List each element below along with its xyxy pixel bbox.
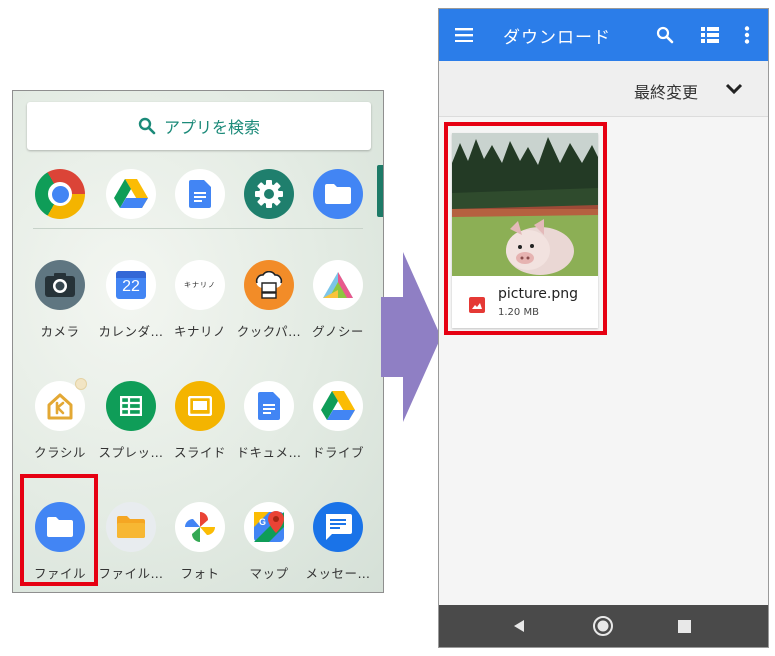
app-drive[interactable]: ドライブ [302,381,374,461]
file-card-highlight [444,122,607,335]
app-label: スプレッ… [98,445,164,460]
menu-icon[interactable] [455,28,473,42]
sort-bar[interactable]: 最終変更 [439,61,768,117]
app-gunosy[interactable]: グノシー [302,260,374,340]
app-photos[interactable]: フォト [164,502,236,582]
sort-label: 最終変更 [633,83,698,102]
app-label: ドキュメ… [236,445,302,460]
app-label: グノシー [312,324,364,339]
app-label: クラシル [34,445,86,460]
scroll-tab[interactable] [377,165,383,217]
system-nav-bar [439,605,768,647]
chevron-down-icon[interactable] [725,83,743,95]
chrome-icon [35,169,85,219]
app-camera[interactable]: カメラ [24,260,96,340]
folder-icon [313,169,363,219]
page-title: ダウンロード [503,27,611,48]
favorite-docs[interactable] [164,169,236,219]
recents-icon[interactable] [678,620,691,633]
app-label: ドライブ [311,445,364,460]
camera-icon [35,260,85,310]
files-app-highlight [20,474,98,586]
app-sheets[interactable]: スプレッ… [95,381,167,461]
favorite-drive[interactable] [95,169,167,219]
app-label: カメラ [40,324,80,339]
app-calendar[interactable]: 22 カレンダ… [95,260,167,340]
maps-icon: G [244,502,294,552]
app-docs[interactable]: ドキュメ… [233,381,305,461]
kinarino-logo-text: キナリノ [184,281,216,289]
search-placeholder: アプリを検索 [163,118,260,137]
app-label: スライド [173,445,226,460]
gear-icon [244,169,294,219]
app-label: クックパ… [236,324,302,339]
more-options-icon[interactable] [744,26,750,44]
app-label: マップ [249,566,289,581]
list-view-icon[interactable] [701,27,719,43]
sheets-icon [106,381,156,431]
app-cookpad[interactable]: クックパ… [233,260,305,340]
calendar-icon: 22 [106,260,156,310]
app-label: メッセー… [305,566,371,581]
favorite-settings[interactable] [233,169,305,219]
kurashiru-icon [35,378,87,431]
app-label: フォト [180,566,220,581]
home-icon[interactable] [592,615,614,637]
app-label: ファイル… [98,566,164,581]
search-icon[interactable] [656,26,674,44]
app-messages[interactable]: メッセー… [302,502,374,582]
search-icon [138,117,156,135]
right-arrow-icon [381,252,441,422]
app-kinarino[interactable]: キナリノ キナリノ [164,260,236,340]
photos-icon [175,502,225,552]
gunosy-icon [313,260,363,310]
favorites-divider [33,228,363,229]
svg-text:G: G [259,517,266,527]
app-label: カレンダ… [98,324,164,339]
app-search-bar[interactable]: アプリを検索 [27,102,371,150]
app-kurashiru[interactable]: クラシル [24,378,96,461]
file-manager-icon [106,502,156,552]
app-label: キナリノ [173,324,226,339]
favorite-files[interactable] [302,169,374,219]
drive-icon [313,381,363,431]
app-slides[interactable]: スライド [164,381,236,461]
favorite-chrome[interactable] [24,169,96,219]
messages-icon [313,502,363,552]
app-maps[interactable]: G マップ [233,502,305,582]
calendar-date: 22 [122,278,140,295]
docs-icon [244,381,294,431]
kinarino-icon: キナリノ [175,260,225,310]
back-icon[interactable] [512,619,526,633]
cookpad-icon [244,260,294,310]
app-bar: ダウンロード [439,9,768,61]
slides-icon [175,381,225,431]
drive-icon [106,169,156,219]
docs-icon [175,169,225,219]
app-file-manager[interactable]: ファイル… [95,502,167,582]
